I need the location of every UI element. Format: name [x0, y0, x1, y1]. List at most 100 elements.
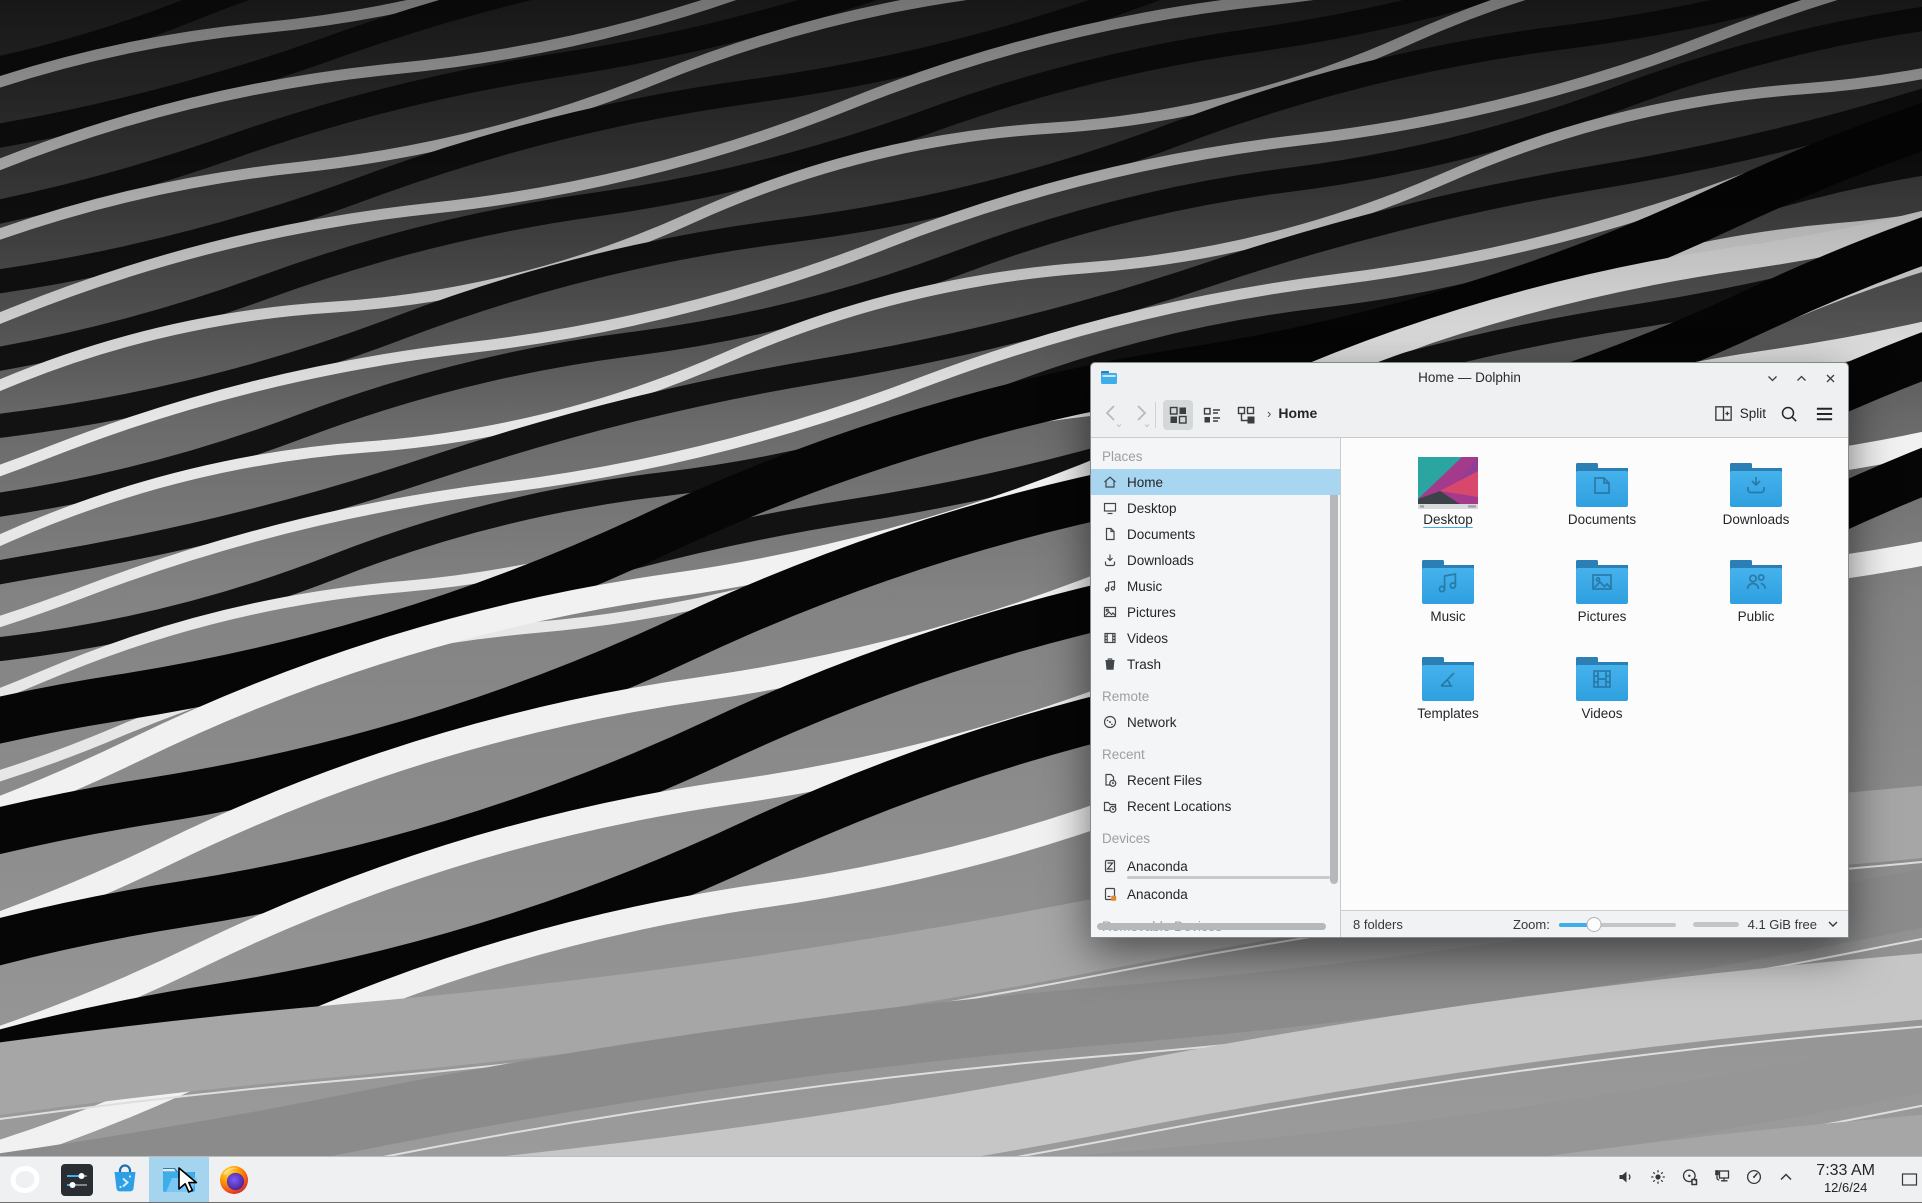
sidebar-item-label: Recent Locations: [1127, 799, 1231, 814]
folder-label: Desktop: [1423, 512, 1473, 527]
tree-view-button[interactable]: [1231, 400, 1261, 430]
recent-file-icon: [1102, 772, 1118, 788]
system-settings-button[interactable]: [61, 1164, 93, 1201]
chevron-down-icon[interactable]: [1826, 917, 1840, 931]
titlebar[interactable]: Home — Dolphin: [1091, 363, 1848, 393]
folder-item-desktop[interactable]: Desktop: [1371, 453, 1525, 550]
breadcrumb-location[interactable]: Home: [1278, 405, 1317, 421]
folder-label: Downloads: [1723, 512, 1790, 527]
show-desktop-button[interactable]: [1901, 1157, 1918, 1202]
application-launcher-button[interactable]: [6, 1161, 44, 1203]
sidebar-item-home[interactable]: Home: [1091, 469, 1340, 495]
disc-icon[interactable]: [1680, 1167, 1700, 1192]
sidebar-item-trash[interactable]: Trash: [1091, 651, 1340, 677]
toolbar: › Home Split: [1091, 393, 1848, 438]
volume-icon[interactable]: [1616, 1167, 1636, 1192]
discover-button[interactable]: [107, 1162, 143, 1203]
sidebar-item-label: Anaconda: [1127, 887, 1188, 902]
window-title: Home — Dolphin: [1091, 370, 1848, 385]
folder-label: Templates: [1417, 706, 1479, 721]
discover-icon: [107, 1162, 143, 1198]
brightness-icon[interactable]: [1648, 1167, 1668, 1192]
folder-item-templates[interactable]: Templates: [1371, 647, 1525, 744]
sidebar-item-recent-files[interactable]: Recent Files: [1091, 767, 1340, 793]
split-button-label: Split: [1740, 406, 1766, 421]
folder-item-documents[interactable]: Documents: [1525, 453, 1679, 550]
network-wired-icon[interactable]: [1712, 1167, 1732, 1192]
sidebar-item-label: Documents: [1127, 527, 1195, 542]
folder-item-downloads[interactable]: Downloads: [1679, 453, 1833, 550]
firefox-button[interactable]: [217, 1163, 251, 1202]
sidebar-item-documents[interactable]: Documents: [1091, 521, 1340, 547]
gauge-icon[interactable]: [1744, 1167, 1764, 1192]
device-capacity-bar: [1127, 876, 1330, 879]
chevron-up-icon: [1795, 372, 1808, 385]
folder-item-pictures[interactable]: Pictures: [1525, 550, 1679, 647]
item-count: 8 folders: [1353, 917, 1403, 932]
document-icon: [1102, 526, 1118, 542]
digital-clock[interactable]: 7:33 AM 12/6/24: [1816, 1161, 1875, 1195]
sidebar-item-anaconda[interactable]: Anaconda: [1091, 851, 1340, 881]
home-icon: [1102, 474, 1118, 490]
free-space-label: 4.1 GiB free: [1748, 917, 1817, 932]
expand-tray-icon[interactable]: [1776, 1167, 1796, 1192]
download-icon: [1102, 552, 1118, 568]
hamburger-menu-button[interactable]: [1814, 404, 1835, 429]
folder-item-videos[interactable]: Videos: [1525, 647, 1679, 744]
sidebar-item-pictures[interactable]: Pictures: [1091, 599, 1340, 625]
minimize-button[interactable]: [1764, 370, 1781, 387]
file-view[interactable]: Desktop Documents Downloads Music Pictur…: [1341, 438, 1848, 910]
desktop-icon: [1102, 500, 1118, 516]
clock-time: 7:33 AM: [1816, 1161, 1875, 1180]
desktop-preview-icon: [1418, 453, 1478, 509]
sidebar-item-music[interactable]: Music: [1091, 573, 1340, 599]
system-tray: [1616, 1157, 1796, 1202]
sidebar-item-label: Trash: [1127, 657, 1161, 672]
folder-item-music[interactable]: Music: [1371, 550, 1525, 647]
sidebar-horizontal-scrollbar[interactable]: [1097, 923, 1326, 930]
show-desktop-icon: [1901, 1171, 1918, 1188]
sidebar-item-label: Recent Files: [1127, 773, 1202, 788]
launcher-ring-icon: [6, 1161, 44, 1198]
folder-icon: [1420, 550, 1476, 606]
folder-icon: [1728, 453, 1784, 509]
folder-label: Pictures: [1578, 609, 1627, 624]
breadcrumb[interactable]: › Home: [1267, 405, 1317, 421]
network-icon: [1102, 714, 1118, 730]
taskbar-dolphin-active[interactable]: [149, 1157, 209, 1202]
search-icon: [1778, 403, 1800, 425]
sidebar-item-recent-locations[interactable]: Recent Locations: [1091, 793, 1340, 819]
zoom-slider-handle[interactable]: [1586, 917, 1601, 932]
sidebar-item-anaconda[interactable]: Anaconda: [1091, 881, 1340, 907]
maximize-button[interactable]: [1793, 370, 1810, 387]
back-button[interactable]: [1099, 401, 1125, 429]
search-button[interactable]: [1778, 403, 1800, 430]
split-view-icon: [1713, 403, 1734, 424]
tree-view-icon: [1235, 404, 1257, 426]
sidebar-item-videos[interactable]: Videos: [1091, 625, 1340, 651]
folder-label: Public: [1738, 609, 1775, 624]
zoom-slider[interactable]: [1559, 917, 1676, 932]
toolbar-separator: [1155, 402, 1156, 428]
sidebar-item-downloads[interactable]: Downloads: [1091, 547, 1340, 573]
chevron-down-icon: [1766, 372, 1779, 385]
system-settings-icon: [61, 1164, 93, 1196]
sidebar-section-header-places: Places: [1091, 445, 1340, 469]
close-button[interactable]: [1822, 370, 1839, 387]
back-icon: [1099, 401, 1125, 429]
sidebar-item-label: Home: [1127, 475, 1163, 490]
folder-label: Videos: [1581, 706, 1622, 721]
folder-icon: [1574, 550, 1630, 606]
folder-icon: [1574, 647, 1630, 703]
sidebar-item-network[interactable]: Network: [1091, 709, 1340, 735]
sidebar: Places Home Desktop Documents Downloads Music…: [1091, 438, 1341, 937]
forward-button[interactable]: [1127, 401, 1153, 429]
folder-item-public[interactable]: Public: [1679, 550, 1833, 647]
icons-view-button[interactable]: [1163, 400, 1193, 430]
icons-view-icon: [1167, 404, 1189, 426]
picture-icon: [1102, 604, 1118, 620]
split-button[interactable]: Split: [1713, 403, 1766, 424]
sidebar-item-desktop[interactable]: Desktop: [1091, 495, 1340, 521]
details-view-button[interactable]: [1197, 400, 1227, 430]
sidebar-item-label: Downloads: [1127, 553, 1194, 568]
